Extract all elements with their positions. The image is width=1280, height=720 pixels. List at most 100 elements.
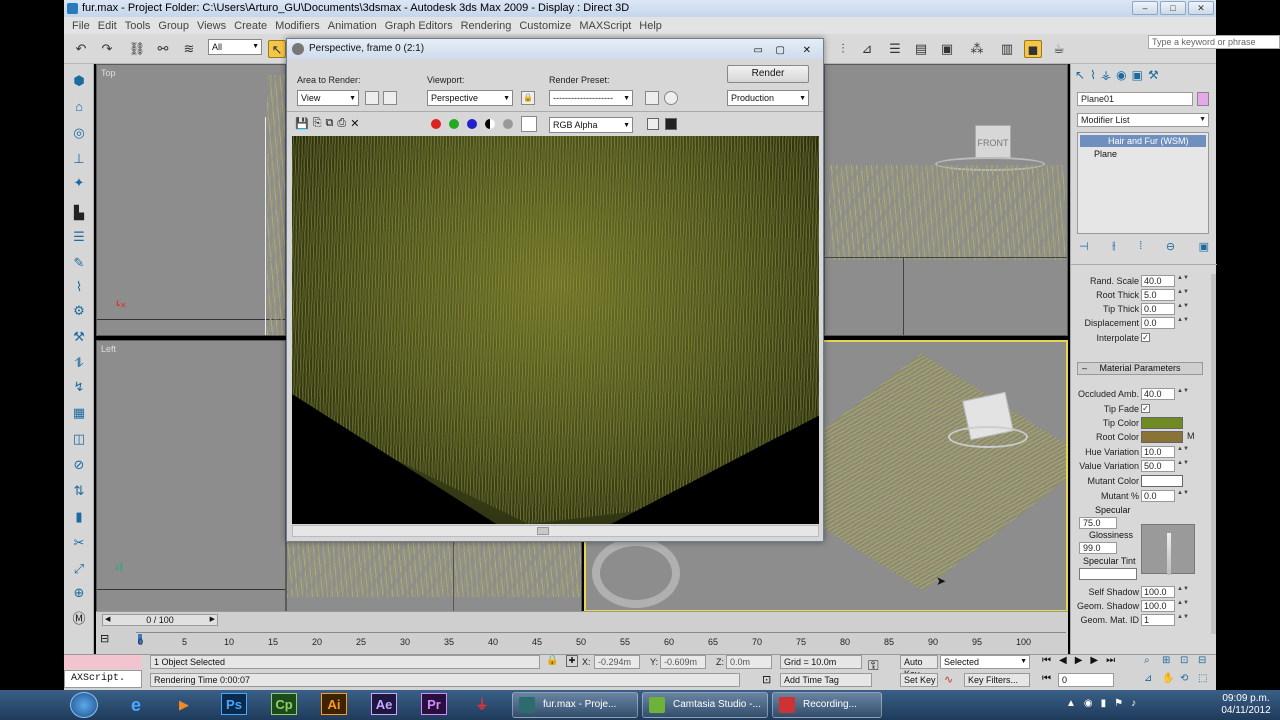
- start-button[interactable]: [70, 692, 98, 718]
- maximize-icon[interactable]: ▢: [776, 41, 785, 61]
- geom-shadow-field[interactable]: 100.0: [1141, 600, 1175, 612]
- zoom-all-icon[interactable]: ⊞: [1162, 655, 1178, 671]
- absolute-mode-icon[interactable]: ✚: [566, 655, 578, 667]
- tool-icon-9[interactable]: ⌇: [70, 278, 88, 296]
- alpha-channel-icon[interactable]: [485, 119, 495, 129]
- go-to-start-icon[interactable]: ⏮: [1042, 655, 1051, 666]
- tray-flag-icon[interactable]: ⚑: [1114, 698, 1123, 709]
- print-image-icon[interactable]: ⎙: [337, 117, 346, 130]
- modify-tab-icon[interactable]: ⌇: [1090, 68, 1096, 88]
- make-unique-icon[interactable]: ⁞: [1139, 240, 1142, 256]
- maximize-viewport-icon[interactable]: ⬚: [1198, 673, 1214, 689]
- taskbar-item-recording[interactable]: Recording...: [772, 692, 882, 718]
- spinner-icon[interactable]: ▲▼: [1177, 388, 1189, 399]
- x-coordinate-field[interactable]: -0.294m: [594, 655, 640, 669]
- utilities-tab-icon[interactable]: ⚒: [1148, 68, 1159, 88]
- red-channel-icon[interactable]: [431, 119, 441, 129]
- mirror-icon[interactable]: ⫶: [834, 40, 852, 58]
- acrobat-icon[interactable]: ⏚: [464, 693, 500, 717]
- set-key-button[interactable]: Set Key: [900, 673, 938, 687]
- track-bar[interactable]: [136, 632, 1066, 633]
- menu-rendering[interactable]: Rendering: [457, 20, 516, 32]
- y-coordinate-field[interactable]: -0.609m: [660, 655, 706, 669]
- auto-key-button[interactable]: Auto Key: [900, 655, 938, 679]
- tool-icon-11[interactable]: ⚒: [70, 328, 88, 346]
- schematic-view-icon[interactable]: ▣: [938, 40, 956, 58]
- remove-modifier-icon[interactable]: ⊖: [1166, 240, 1175, 256]
- render-production-icon[interactable]: ☕: [1050, 40, 1068, 58]
- next-frame-icon[interactable]: ▶: [1090, 655, 1098, 666]
- spinner-icon[interactable]: ▲▼: [1177, 614, 1189, 625]
- viewport-left-lower[interactable]: [286, 540, 582, 612]
- stack-item-hair-and-fur[interactable]: Hair and Fur (WSM): [1080, 135, 1206, 147]
- curve-editor-icon[interactable]: ▤: [912, 40, 930, 58]
- tool-icon-3[interactable]: ◎: [70, 124, 88, 142]
- zoom-extents-all-icon[interactable]: ⊟: [1198, 655, 1214, 671]
- previous-frame-icon[interactable]: ◀: [1059, 655, 1067, 666]
- self-shadow-field[interactable]: 100.0: [1141, 586, 1175, 598]
- taskbar-item-3dsmax[interactable]: fur.max - Proje...: [512, 692, 638, 718]
- redo-icon[interactable]: ↷: [98, 40, 116, 58]
- minimize-button[interactable]: –: [1132, 1, 1158, 15]
- viewport-front[interactable]: FRONT: [824, 64, 1068, 336]
- production-dropdown[interactable]: Production ▼: [727, 90, 809, 106]
- hue-variation-field[interactable]: 10.0: [1141, 446, 1175, 458]
- go-to-end-icon[interactable]: ⏭: [1106, 655, 1115, 666]
- tool-icon-13[interactable]: ↯: [70, 378, 88, 396]
- tray-arrow-icon[interactable]: ▲: [1066, 698, 1076, 709]
- tool-icon-5[interactable]: ✦: [70, 174, 88, 192]
- viewport-left[interactable]: Left z┃: [96, 340, 286, 612]
- render-setup-icon[interactable]: [645, 91, 659, 105]
- spinner-icon[interactable]: ▲▼: [1177, 586, 1189, 597]
- tool-icon-20[interactable]: ⤢: [70, 560, 88, 578]
- menu-tools[interactable]: Tools: [121, 20, 155, 32]
- menu-group[interactable]: Group: [154, 20, 193, 32]
- tool-icon-12[interactable]: ⥮: [70, 354, 88, 372]
- area-to-render-dropdown[interactable]: View ▼: [297, 90, 359, 106]
- link-icon[interactable]: ⛓: [128, 40, 146, 58]
- tool-icon-16[interactable]: ⊘: [70, 456, 88, 474]
- z-coordinate-field[interactable]: 0.0m: [726, 655, 772, 669]
- tool-icon-14[interactable]: ▦: [70, 404, 88, 422]
- blue-channel-icon[interactable]: [467, 119, 477, 129]
- minimize-icon[interactable]: ▭: [754, 41, 763, 61]
- create-tab-icon[interactable]: ↖: [1075, 68, 1085, 88]
- material-parameters-rollout[interactable]: – Material Parameters: [1077, 362, 1203, 375]
- panel-scrollbar[interactable]: [1211, 274, 1216, 634]
- clock[interactable]: 09:09 p.m. 04/11/2012: [1216, 693, 1276, 717]
- maxscript-listener[interactable]: AXScript.: [64, 670, 142, 688]
- key-icon[interactable]: ⚿: [868, 657, 879, 674]
- rand-scale-field[interactable]: 40.0: [1141, 275, 1175, 287]
- pin-stack-icon[interactable]: ⊣: [1079, 240, 1089, 256]
- occluded-amb-field[interactable]: 40.0: [1141, 388, 1175, 400]
- spinner-icon[interactable]: ▲▼: [1177, 460, 1189, 471]
- taskbar-item-camtasia[interactable]: Camtasia Studio -...: [642, 692, 768, 718]
- tool-icon-6[interactable]: ▙: [70, 204, 88, 222]
- search-input[interactable]: Type a keyword or phrase: [1148, 35, 1280, 49]
- color-swatch[interactable]: [521, 116, 537, 132]
- tool-icon-2[interactable]: ⌂: [70, 98, 88, 116]
- unlink-icon[interactable]: ⚯: [154, 40, 172, 58]
- tip-color-swatch[interactable]: [1141, 417, 1183, 429]
- spinner-icon[interactable]: ▲▼: [1177, 289, 1189, 300]
- pan-icon[interactable]: ✋: [1162, 673, 1178, 689]
- selection-filter-dropdown[interactable]: All ▼: [208, 39, 262, 55]
- geom-mat-id-field[interactable]: 1: [1141, 614, 1175, 626]
- after-effects-icon[interactable]: Ae: [366, 693, 402, 717]
- set-key-icon[interactable]: ∿: [944, 673, 953, 686]
- tip-fade-checkbox[interactable]: ✓: [1141, 404, 1150, 413]
- tool-icon-18[interactable]: ▮: [70, 508, 88, 526]
- bind-space-warp-icon[interactable]: ≋: [180, 40, 198, 58]
- monochrome-icon[interactable]: [503, 119, 513, 129]
- tool-icon-22[interactable]: Ⓜ: [70, 610, 88, 628]
- media-player-icon[interactable]: ▶: [166, 693, 202, 717]
- render-setup-icon[interactable]: ▥: [998, 40, 1016, 58]
- tray-network-icon[interactable]: ▮: [1101, 698, 1107, 709]
- menu-maxscript[interactable]: MAXScript: [575, 20, 635, 32]
- tool-icon-21[interactable]: ⊕: [70, 584, 88, 602]
- close-icon[interactable]: ✕: [803, 41, 811, 61]
- stack-item-plane[interactable]: Plane: [1080, 148, 1206, 160]
- menu-graph-editors[interactable]: Graph Editors: [381, 20, 457, 32]
- green-channel-icon[interactable]: [449, 119, 459, 129]
- material-editor-icon[interactable]: ⁂: [968, 40, 986, 58]
